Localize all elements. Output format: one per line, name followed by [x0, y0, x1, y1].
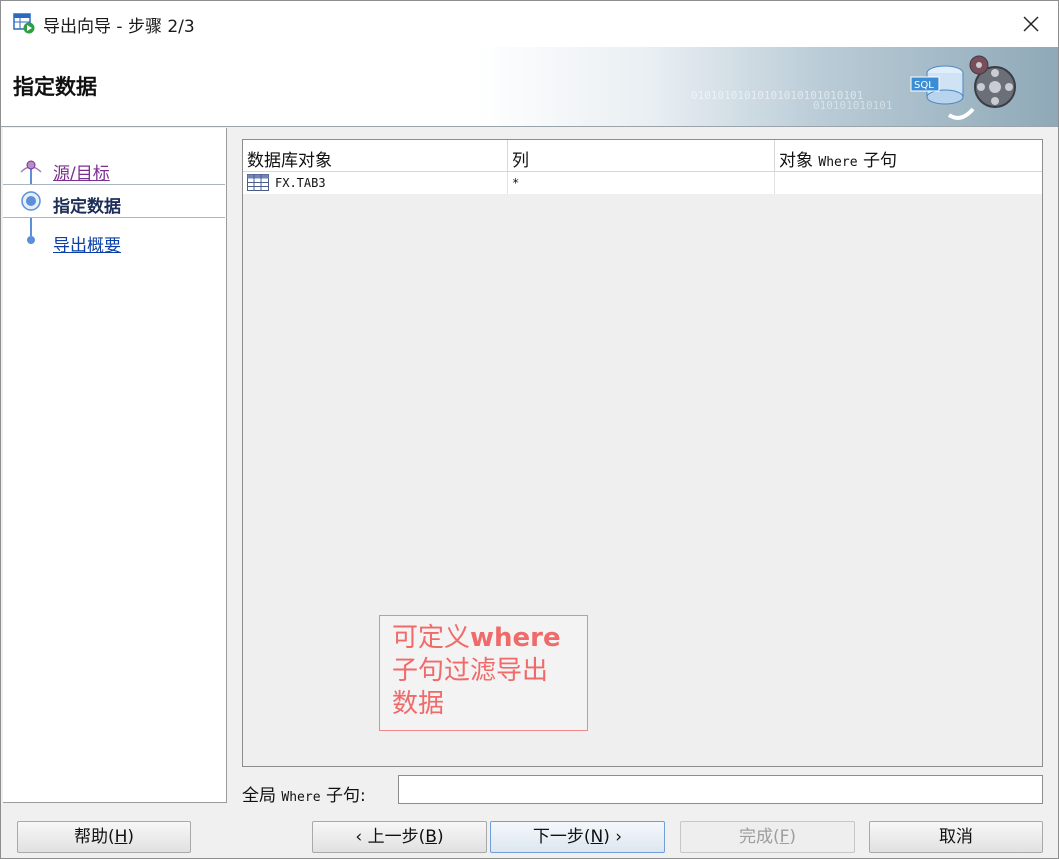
table-row[interactable]: FX.TAB3 *: [243, 172, 1042, 194]
object-name: FX.TAB3: [275, 176, 326, 190]
step-label-export-summary[interactable]: 导出概要: [53, 231, 121, 256]
next-arrow-icon: ›: [609, 827, 623, 847]
step-visited-node-icon: [20, 160, 42, 180]
annotation-line-3: 数据: [392, 689, 445, 719]
column-header-object-where[interactable]: 对象 Where 子句: [775, 140, 1042, 172]
help-button-end: ): [127, 827, 135, 847]
step-item-specify-data[interactable]: 指定数据: [3, 184, 225, 218]
global-where-label-keyword: Where: [281, 790, 321, 805]
global-where-label: 全局 Where 子句:: [242, 781, 366, 806]
title-bar[interactable]: 导出向导 - 步骤 2/3: [1, 1, 1058, 47]
annotation-line-1-prefix: 可定义: [392, 623, 471, 653]
next-button-key: N: [590, 827, 604, 847]
annotation-callout: 可定义where 子句过滤导出 数据: [379, 615, 588, 731]
global-where-input[interactable]: [398, 775, 1043, 804]
column-header-columns[interactable]: 列: [508, 140, 775, 172]
table-icon: [247, 174, 269, 191]
step-title: 指定数据: [13, 75, 97, 99]
step-label-specify-data: 指定数据: [53, 197, 121, 217]
finish-button-key: F: [779, 827, 790, 847]
header-where-suffix: 子句: [857, 151, 897, 171]
global-where-label-suffix: 子句:: [320, 786, 366, 806]
cell-columns[interactable]: *: [508, 172, 775, 194]
annotation-line-1: 可定义where: [392, 622, 587, 655]
back-button-end: ): [436, 827, 444, 847]
export-wizard-window: 导出向导 - 步骤 2/3 指定数据 010101010101010101010…: [0, 0, 1059, 859]
wizard-steps-pane: 源/目标 指定数据 导出概要: [3, 128, 227, 803]
annotation-line-1-keyword: where: [470, 623, 561, 653]
back-button-text: 上一步(: [367, 827, 426, 847]
next-button[interactable]: 下一步(N) ›: [490, 821, 665, 853]
step-item-export-summary[interactable]: 导出概要: [3, 224, 225, 258]
step-current-node-icon: [21, 191, 41, 211]
next-button-end: ): [603, 827, 610, 847]
annotation-line-2: 子句过滤导出: [392, 656, 549, 686]
cell-db-object[interactable]: FX.TAB3: [243, 172, 508, 194]
cancel-button[interactable]: 取消: [869, 821, 1043, 853]
sql-export-graphic-icon: SQL: [910, 55, 1016, 120]
help-button[interactable]: 帮助(H): [17, 821, 191, 853]
column-header-db-object[interactable]: 数据库对象: [243, 140, 508, 172]
step-label-source-target[interactable]: 源/目标: [53, 159, 110, 184]
global-where-label-prefix: 全局: [242, 786, 282, 806]
banner-binary-decoration-2: 010101010101: [813, 99, 893, 112]
back-button-key: B: [425, 827, 437, 847]
back-arrow-icon: ‹: [355, 827, 368, 847]
help-button-key: H: [114, 827, 128, 847]
table-header: 数据库对象 列 对象 Where 子句: [243, 140, 1042, 172]
step-pending-node-icon: [27, 227, 35, 244]
cancel-button-text: 取消: [939, 827, 973, 847]
step-item-source-target[interactable]: 源/目标: [3, 152, 225, 186]
header-where-prefix: 对象: [779, 151, 819, 171]
help-button-text: 帮助(: [73, 827, 115, 847]
export-wizard-app-icon: [13, 13, 35, 34]
finish-button-text: 完成(: [738, 827, 780, 847]
header-where-keyword: Where: [818, 155, 858, 170]
wizard-banner: 指定数据 01010101010101010101010101 01010101…: [1, 47, 1058, 127]
finish-button-end: ): [789, 827, 797, 847]
finish-button[interactable]: 完成(F): [680, 821, 855, 853]
window-title: 导出向导 - 步骤 2/3: [43, 17, 195, 37]
objects-table: 数据库对象 列 对象 Where 子句 FX.TAB3 *: [242, 139, 1043, 767]
back-button[interactable]: ‹ 上一步(B): [312, 821, 487, 853]
svg-text:SQL: SQL: [914, 80, 934, 91]
next-button-text: 下一步(: [532, 827, 591, 847]
close-icon[interactable]: [1014, 7, 1048, 41]
cell-object-where[interactable]: [775, 172, 1042, 194]
